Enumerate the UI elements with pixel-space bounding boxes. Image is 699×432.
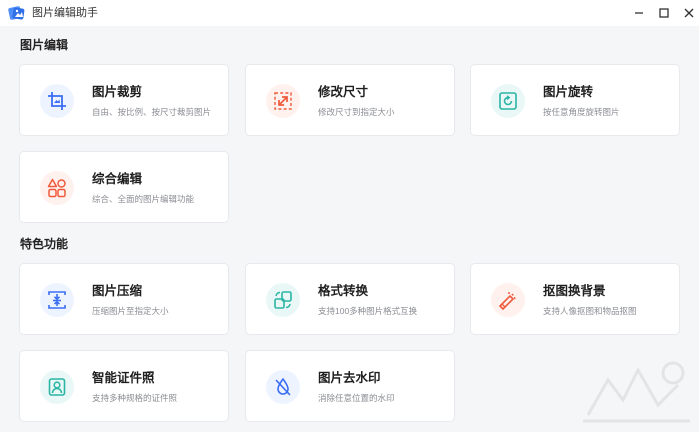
crop-icon (48, 92, 66, 110)
card-title: 抠图换背景 (543, 284, 606, 298)
id-photo-icon-wrap (40, 370, 74, 404)
watermark-remove-icon-wrap (266, 370, 300, 404)
card-format-convert[interactable]: 格式转换 支持100多种图片格式互换 (245, 263, 455, 335)
close-button[interactable] (676, 0, 699, 26)
title-bar: 图片编辑助手 (0, 0, 699, 26)
app-logo-icon (8, 6, 25, 20)
card-title: 图片压缩 (92, 284, 143, 298)
card-title: 图片旋转 (543, 85, 594, 99)
section-title-image-edit: 图片编辑 (20, 38, 69, 52)
close-icon (684, 8, 694, 18)
card-description: 支持多种规格的证件照 (92, 393, 178, 403)
crop-icon-wrap (40, 84, 74, 118)
card-title: 智能证件照 (92, 371, 155, 385)
card-compress[interactable]: 图片压缩 压缩图片至指定大小 (19, 263, 229, 335)
card-title: 综合编辑 (92, 172, 143, 186)
resize-icon (274, 92, 292, 110)
compress-icon (48, 291, 66, 309)
card-title: 图片去水印 (318, 371, 381, 385)
card-resize[interactable]: 修改尺寸 修改尺寸到指定大小 (245, 64, 455, 136)
rotate-icon (499, 92, 517, 110)
window-title: 图片编辑助手 (32, 7, 98, 19)
card-comprehensive-edit[interactable]: 综合编辑 综合、全面的图片编辑功能 (19, 151, 229, 223)
decorative-watermark-icon (583, 361, 690, 423)
watermark-remove-icon (275, 378, 291, 396)
card-image-crop[interactable]: 图片裁剪 自由、按比例、按尺寸裁剪图片 (19, 64, 229, 136)
cutout-icon-wrap (491, 283, 525, 317)
convert-icon (274, 291, 292, 309)
card-description: 自由、按比例、按尺寸裁剪图片 (92, 107, 212, 117)
shapes-icon-wrap (40, 171, 74, 205)
card-description: 修改尺寸到指定大小 (318, 107, 395, 117)
convert-icon-wrap (266, 283, 300, 317)
card-rotate[interactable]: 图片旋转 按任意角度旋转图片 (470, 64, 680, 136)
id-photo-icon (48, 378, 66, 396)
card-title: 格式转换 (318, 284, 369, 298)
maximize-icon (659, 8, 669, 18)
maximize-button[interactable] (651, 0, 677, 26)
minimize-button[interactable] (626, 0, 652, 26)
card-description: 按任意角度旋转图片 (543, 107, 620, 117)
cutout-icon (499, 292, 516, 310)
card-title: 修改尺寸 (318, 85, 369, 99)
shapes-icon (47, 178, 66, 198)
card-description: 支持人像抠图和物品抠图 (543, 306, 637, 316)
card-description: 压缩图片至指定大小 (92, 306, 169, 316)
card-description: 综合、全面的图片编辑功能 (92, 194, 195, 204)
section-title-featured: 特色功能 (20, 237, 69, 251)
compress-icon-wrap (40, 283, 74, 317)
card-description: 消除任意位置的水印 (318, 393, 395, 403)
card-description: 支持100多种图片格式互换 (318, 306, 418, 316)
card-cutout-background[interactable]: 抠图换背景 支持人像抠图和物品抠图 (470, 263, 680, 335)
card-title: 图片裁剪 (92, 85, 143, 99)
resize-icon-wrap (266, 84, 300, 118)
card-remove-watermark[interactable]: 图片去水印 消除任意位置的水印 (245, 350, 455, 422)
rotate-icon-wrap (491, 84, 525, 118)
minimize-icon (635, 12, 643, 14)
card-id-photo[interactable]: 智能证件照 支持多种规格的证件照 (19, 350, 229, 422)
